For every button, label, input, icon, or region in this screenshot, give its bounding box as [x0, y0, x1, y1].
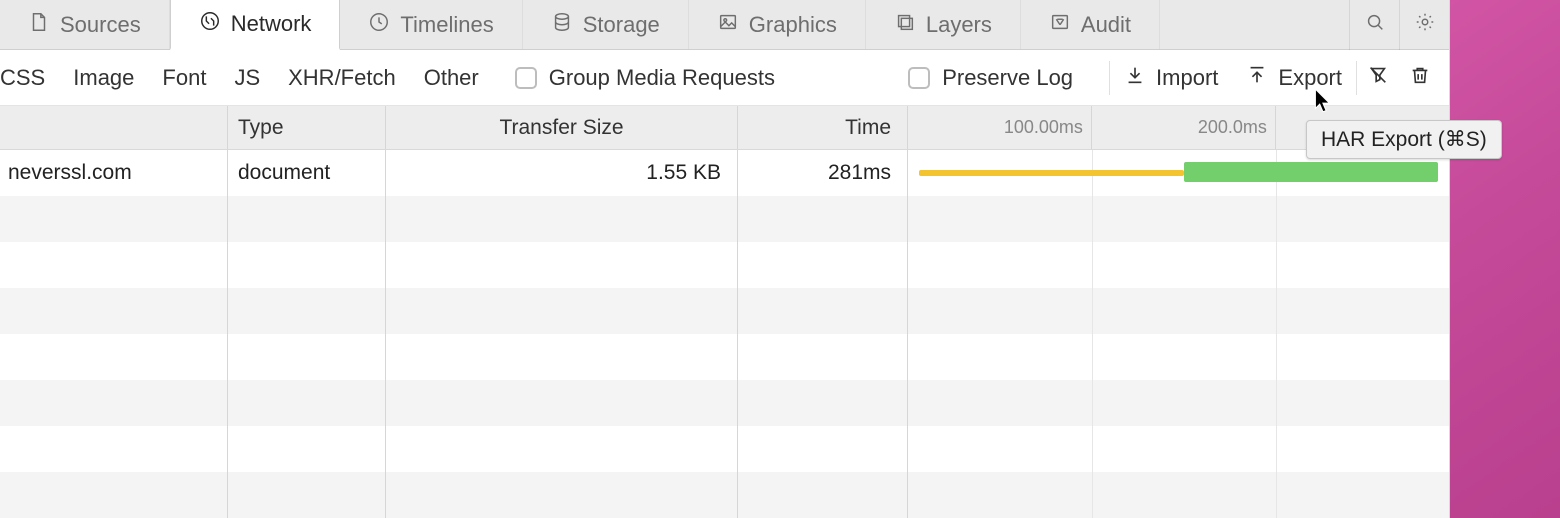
tab-label: Sources — [60, 12, 141, 38]
column-type[interactable]: Type — [228, 106, 386, 149]
clear-requests-button[interactable] — [1399, 50, 1441, 105]
tab-label: Graphics — [749, 12, 837, 38]
tab-label: Network — [231, 11, 312, 37]
preserve-log-checkbox[interactable]: Preserve Log — [908, 65, 1073, 91]
filter-other[interactable]: Other — [424, 65, 479, 91]
timeline-tick-label: 200.0ms — [1198, 117, 1267, 138]
layers-icon — [894, 11, 916, 39]
table-row-empty — [0, 472, 1449, 518]
column-label: Transfer Size — [499, 116, 623, 140]
tab-timelines[interactable]: Timelines — [340, 0, 522, 49]
table-row-empty — [0, 288, 1449, 334]
download-icon — [1124, 64, 1146, 92]
tab-network[interactable]: Network — [170, 0, 341, 50]
filter-font[interactable]: Font — [162, 65, 206, 91]
tab-label: Timelines — [400, 12, 493, 38]
timeline-bar-waiting — [919, 170, 1184, 176]
cell-size: 1.55 KB — [646, 161, 721, 185]
trash-icon — [1409, 64, 1431, 92]
upload-icon — [1246, 64, 1268, 92]
search-button[interactable] — [1349, 0, 1399, 50]
audit-icon — [1049, 11, 1071, 39]
network-icon — [199, 10, 221, 38]
settings-button[interactable] — [1399, 0, 1449, 50]
checkbox-icon — [908, 67, 930, 89]
column-label: Type — [238, 116, 284, 140]
filter-group: CSS Image Font JS XHR/Fetch Other — [0, 65, 479, 91]
cell-time: 281ms — [828, 161, 891, 185]
cell-name: neverssl.com — [8, 161, 132, 185]
timeline-tick-label: 100.00ms — [1004, 117, 1083, 138]
cell-type: document — [238, 161, 330, 185]
column-time[interactable]: Time — [738, 106, 908, 149]
filter-js[interactable]: JS — [234, 65, 260, 91]
button-label: Export — [1278, 65, 1342, 91]
checkbox-label: Preserve Log — [942, 65, 1073, 91]
table-row[interactable]: neverssl.com document 1.55 KB 281ms — [0, 150, 1449, 196]
clear-filters-button[interactable] — [1357, 50, 1399, 105]
gear-icon — [1414, 11, 1436, 38]
search-icon — [1364, 11, 1386, 38]
desktop-background — [1450, 0, 1560, 518]
column-label: Time — [845, 116, 891, 140]
tab-label: Audit — [1081, 12, 1131, 38]
table-row-empty — [0, 196, 1449, 242]
timeline-bar-receiving — [1184, 162, 1438, 182]
tab-sources[interactable]: Sources — [0, 0, 170, 49]
filter-xhr[interactable]: XHR/Fetch — [288, 65, 396, 91]
column-name[interactable] — [0, 106, 228, 149]
table-row-empty — [0, 426, 1449, 472]
network-table-body: neverssl.com document 1.55 KB 281ms — [0, 150, 1449, 518]
network-toolbar: CSS Image Font JS XHR/Fetch Other Group … — [0, 50, 1449, 106]
export-button[interactable]: Export — [1232, 50, 1356, 105]
checkbox-label: Group Media Requests — [549, 65, 775, 91]
column-transfer-size[interactable]: Transfer Size — [386, 106, 738, 149]
tab-label: Storage — [583, 12, 660, 38]
devtools-tabbar: Sources Network Timelines Storage Graphi — [0, 0, 1449, 50]
no-filter-icon — [1367, 64, 1389, 92]
clock-icon — [368, 11, 390, 39]
file-icon — [28, 11, 50, 39]
tab-layers[interactable]: Layers — [866, 0, 1021, 49]
group-media-checkbox[interactable]: Group Media Requests — [515, 65, 775, 91]
filter-image[interactable]: Image — [73, 65, 134, 91]
image-icon — [717, 11, 739, 39]
filter-css[interactable]: CSS — [0, 65, 45, 91]
network-table-header: Type Transfer Size Time 100.00ms 200.0ms — [0, 106, 1449, 150]
export-tooltip: HAR Export (⌘S) — [1306, 120, 1502, 159]
tooltip-text: HAR Export (⌘S) — [1321, 128, 1487, 151]
table-row-empty — [0, 380, 1449, 426]
tab-audit[interactable]: Audit — [1021, 0, 1160, 49]
tab-label: Layers — [926, 12, 992, 38]
button-label: Import — [1156, 65, 1218, 91]
table-row-empty — [0, 334, 1449, 380]
table-row-empty — [0, 242, 1449, 288]
checkbox-icon — [515, 67, 537, 89]
database-icon — [551, 11, 573, 39]
tab-storage[interactable]: Storage — [523, 0, 689, 49]
tab-graphics[interactable]: Graphics — [689, 0, 866, 49]
devtools-window: Sources Network Timelines Storage Graphi — [0, 0, 1450, 518]
import-button[interactable]: Import — [1110, 50, 1232, 105]
